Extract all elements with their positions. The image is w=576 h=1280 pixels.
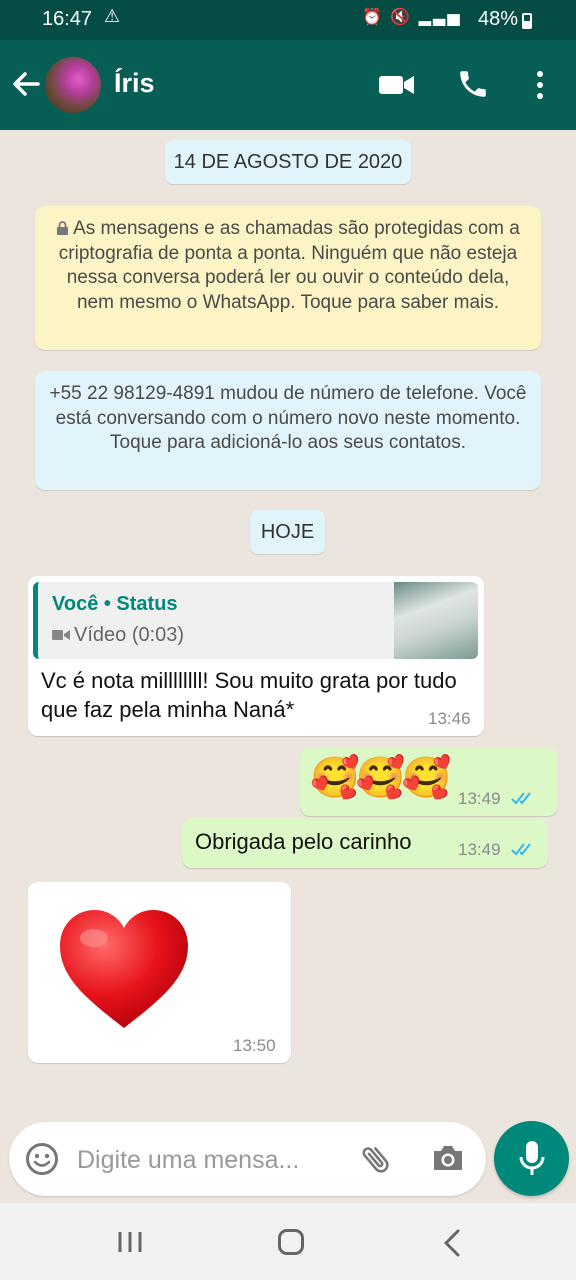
chat-area[interactable]: 14 DE AGOSTO DE 2020 As mensagens e as c… (0, 130, 576, 1120)
status-time: 16:47 (42, 8, 93, 30)
warning-icon: ⚠ (104, 6, 121, 26)
video-camera-icon (52, 630, 70, 640)
quote-type: Vídeo (0:03) (52, 624, 184, 647)
microphone-icon (519, 1141, 545, 1175)
read-receipt-icon (511, 843, 531, 856)
today-separator: HOJE (250, 510, 325, 554)
video-call-icon[interactable] (378, 70, 416, 100)
recent-apps-icon[interactable] (117, 1230, 143, 1254)
message-input[interactable] (77, 1142, 337, 1178)
message-time: 13:49 (458, 789, 501, 808)
more-options-icon[interactable] (530, 68, 550, 102)
lock-icon (57, 221, 69, 235)
message-time: 13:49 (458, 840, 501, 859)
battery-percent: 48% (478, 8, 519, 30)
system-nav-bar (0, 1203, 576, 1280)
outgoing-message[interactable]: Obrigada pelo carinho 13:49 (182, 818, 548, 868)
heart-icon (60, 910, 188, 1028)
message-text: Vc é nota millllllll! Sou muito grata po… (41, 668, 457, 722)
number-change-notice[interactable]: +55 22 98129-4891 mudou de número de tel… (35, 371, 541, 490)
date-separator: 14 DE AGOSTO DE 2020 (165, 140, 411, 184)
quote-author: Você • Status (52, 593, 178, 615)
attach-icon[interactable] (359, 1142, 393, 1176)
message-text: Obrigada pelo carinho (195, 829, 412, 854)
message-emoji: 🥰🥰🥰 (310, 756, 451, 800)
voice-message-button[interactable] (494, 1121, 569, 1196)
contact-avatar[interactable] (45, 57, 101, 113)
voice-call-icon[interactable] (456, 67, 490, 101)
message-time: 13:46 (428, 709, 471, 728)
camera-icon[interactable] (431, 1143, 465, 1173)
read-receipt-icon (511, 792, 531, 805)
status-icons: ⏰ 🔇 ▂▃▅ (362, 9, 462, 26)
incoming-message[interactable]: 13:50 (28, 882, 291, 1063)
encryption-notice-text: As mensagens e as chamadas são protegida… (58, 218, 520, 313)
emoji-icon[interactable] (25, 1142, 59, 1176)
status-bar: 16:47 ⚠ ⏰ 🔇 ▂▃▅ 48% (0, 0, 576, 40)
encryption-notice[interactable]: As mensagens e as chamadas são protegida… (35, 206, 541, 350)
quoted-status[interactable]: Você • Status Vídeo (0:03) (33, 582, 478, 659)
battery-icon (522, 13, 532, 29)
status-thumbnail (394, 582, 478, 659)
back-arrow-icon[interactable] (10, 66, 42, 102)
incoming-message[interactable]: Você • Status Vídeo (0:03) Vc é nota mil… (28, 576, 484, 736)
chat-header: Íris (0, 40, 576, 130)
home-icon[interactable] (278, 1229, 304, 1255)
nav-back-icon[interactable] (442, 1229, 462, 1257)
contact-name[interactable]: Íris (114, 68, 155, 99)
number-change-text: +55 22 98129-4891 mudou de número de tel… (49, 383, 527, 453)
message-composer (9, 1122, 486, 1196)
message-time: 13:50 (233, 1036, 276, 1055)
outgoing-message[interactable]: 🥰🥰🥰 13:49 (300, 748, 558, 816)
